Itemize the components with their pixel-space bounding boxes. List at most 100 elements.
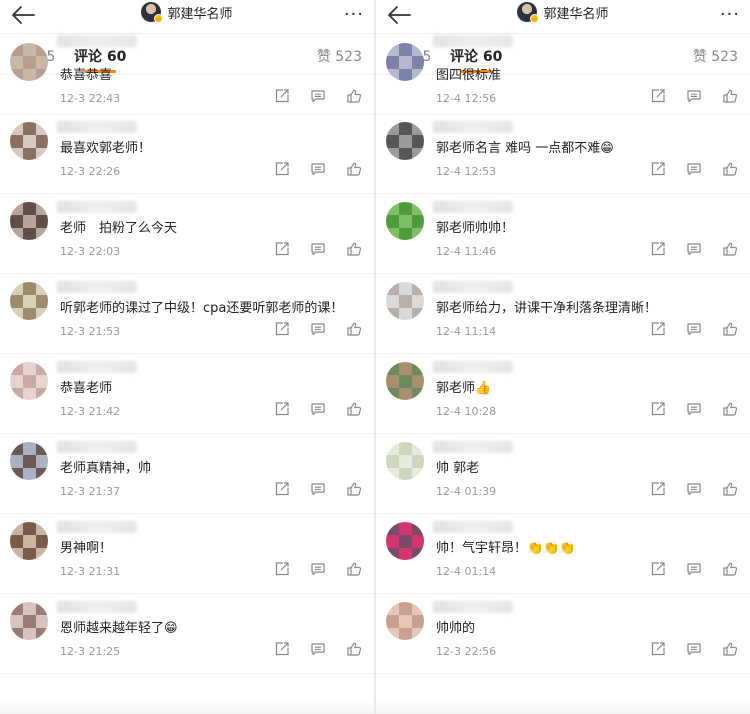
share-icon[interactable]	[274, 641, 290, 657]
page-title[interactable]: 郭建华名师	[376, 2, 750, 23]
username-blurred[interactable]	[433, 35, 513, 47]
tab-like[interactable]: 赞 523	[317, 46, 362, 66]
username-blurred[interactable]	[433, 441, 513, 453]
comment-item[interactable]: 最喜欢郭老师！ 12-3 22:26	[0, 114, 374, 194]
avatar[interactable]	[10, 442, 48, 480]
comment-item[interactable]: 图四很标准 12-4 12:56	[376, 35, 750, 115]
comment-item[interactable]: 帅帅的 12-3 22:56	[376, 594, 750, 674]
share-icon[interactable]	[274, 161, 290, 177]
share-icon[interactable]	[650, 161, 666, 177]
like-icon[interactable]	[722, 88, 738, 104]
share-icon[interactable]	[274, 481, 290, 497]
avatar[interactable]	[10, 122, 48, 160]
username-blurred[interactable]	[433, 281, 513, 293]
comment-item[interactable]: 郭老师帅帅！ 12-4 11:46	[376, 194, 750, 274]
reply-icon[interactable]	[310, 561, 326, 577]
reply-icon[interactable]	[310, 481, 326, 497]
comment-item[interactable]: 男神啊！ 12-3 21:31	[0, 514, 374, 594]
username-blurred[interactable]	[433, 121, 513, 133]
comment-item[interactable]: 恩师越来越年轻了😁 12-3 21:25	[0, 594, 374, 674]
avatar[interactable]	[10, 43, 48, 81]
reply-icon[interactable]	[686, 641, 702, 657]
username-blurred[interactable]	[57, 601, 137, 613]
avatar[interactable]	[10, 362, 48, 400]
reply-icon[interactable]	[686, 241, 702, 257]
comment-item[interactable]: 老师真精神，帅 12-3 21:37	[0, 434, 374, 514]
username-blurred[interactable]	[433, 361, 513, 373]
share-icon[interactable]	[650, 561, 666, 577]
like-icon[interactable]	[722, 161, 738, 177]
reply-icon[interactable]	[310, 401, 326, 417]
avatar[interactable]	[386, 282, 424, 320]
reply-icon[interactable]	[310, 321, 326, 337]
tab-comment[interactable]: 评论 60	[74, 46, 126, 66]
avatar[interactable]	[386, 522, 424, 560]
username-blurred[interactable]	[433, 601, 513, 613]
like-icon[interactable]	[346, 481, 362, 497]
like-icon[interactable]	[346, 88, 362, 104]
reply-icon[interactable]	[686, 401, 702, 417]
share-icon[interactable]	[274, 561, 290, 577]
share-icon[interactable]	[274, 321, 290, 337]
share-icon[interactable]	[650, 88, 666, 104]
like-icon[interactable]	[722, 401, 738, 417]
username-blurred[interactable]	[57, 121, 137, 133]
username-blurred[interactable]	[57, 201, 137, 213]
reply-icon[interactable]	[310, 88, 326, 104]
like-icon[interactable]	[722, 321, 738, 337]
avatar[interactable]	[10, 602, 48, 640]
tab-comment[interactable]: 评论 60	[450, 46, 502, 66]
share-icon[interactable]	[274, 88, 290, 104]
username-blurred[interactable]	[57, 281, 137, 293]
reply-icon[interactable]	[686, 161, 702, 177]
avatar[interactable]	[386, 442, 424, 480]
like-icon[interactable]	[346, 561, 362, 577]
share-icon[interactable]	[650, 401, 666, 417]
username-blurred[interactable]	[57, 35, 137, 47]
tab-like[interactable]: 赞 523	[693, 46, 738, 66]
comment-item[interactable]: 郭老师👍 12-4 10:28	[376, 354, 750, 434]
avatar[interactable]	[386, 43, 424, 81]
username-blurred[interactable]	[57, 361, 137, 373]
comment-item[interactable]: 帅！气宇轩昂！👏👏👏 12-4 01:14	[376, 514, 750, 594]
username-blurred[interactable]	[433, 521, 513, 533]
avatar[interactable]	[386, 122, 424, 160]
like-icon[interactable]	[722, 481, 738, 497]
more-icon[interactable]: ···	[344, 4, 364, 25]
username-blurred[interactable]	[57, 441, 137, 453]
like-icon[interactable]	[346, 401, 362, 417]
comment-item[interactable]: 郭老师名言 难吗 一点都不难😁 12-4 12:53	[376, 114, 750, 194]
reply-icon[interactable]	[310, 641, 326, 657]
like-icon[interactable]	[722, 561, 738, 577]
share-icon[interactable]	[274, 401, 290, 417]
avatar[interactable]	[10, 282, 48, 320]
reply-icon[interactable]	[686, 321, 702, 337]
comment-item[interactable]: 郭老师给力，讲课干净利落条理清晰！ 12-4 11:14	[376, 274, 750, 354]
reply-icon[interactable]	[310, 241, 326, 257]
avatar[interactable]	[386, 362, 424, 400]
like-icon[interactable]	[346, 321, 362, 337]
avatar[interactable]	[10, 522, 48, 560]
comment-item[interactable]: 帅 郭老 12-4 01:39	[376, 434, 750, 514]
username-blurred[interactable]	[57, 521, 137, 533]
avatar[interactable]	[386, 602, 424, 640]
avatar[interactable]	[10, 202, 48, 240]
share-icon[interactable]	[650, 321, 666, 337]
reply-icon[interactable]	[686, 561, 702, 577]
comment-item[interactable]: 恭喜老师 12-3 21:42	[0, 354, 374, 434]
like-icon[interactable]	[722, 241, 738, 257]
share-icon[interactable]	[274, 241, 290, 257]
comment-item[interactable]: 听郭老师的课过了中级！cpa还要听郭老师的课！ 12-3 21:53	[0, 274, 374, 354]
like-icon[interactable]	[346, 161, 362, 177]
page-title[interactable]: 郭建华名师	[0, 2, 374, 23]
username-blurred[interactable]	[433, 201, 513, 213]
share-icon[interactable]	[650, 241, 666, 257]
reply-icon[interactable]	[686, 88, 702, 104]
share-icon[interactable]	[650, 641, 666, 657]
avatar[interactable]	[386, 202, 424, 240]
reply-icon[interactable]	[686, 481, 702, 497]
like-icon[interactable]	[722, 641, 738, 657]
share-icon[interactable]	[650, 481, 666, 497]
like-icon[interactable]	[346, 641, 362, 657]
reply-icon[interactable]	[310, 161, 326, 177]
